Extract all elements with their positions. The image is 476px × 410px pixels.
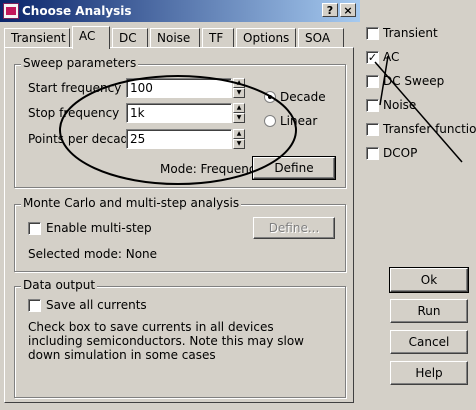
selected-mode-text: Selected mode: None bbox=[28, 247, 158, 261]
help-button[interactable]: Help bbox=[390, 361, 468, 385]
app-icon bbox=[3, 3, 19, 19]
run-button[interactable]: Run bbox=[390, 299, 468, 323]
multi-step-define-button[interactable]: Define... bbox=[253, 217, 335, 239]
dcop-checkbox[interactable] bbox=[366, 147, 379, 160]
dcop-label: DCOP bbox=[383, 146, 418, 160]
points-per-decade-spinner[interactable]: ▲ ▼ bbox=[233, 129, 245, 149]
ac-label: AC bbox=[383, 50, 400, 64]
points-per-decade-input[interactable]: 25 bbox=[126, 129, 232, 149]
data-output-legend: Data output bbox=[21, 278, 98, 292]
sweep-parameters-legend: Sweep parameters bbox=[21, 56, 139, 70]
window-title: Choose Analysis bbox=[22, 4, 132, 18]
transfer-function-checkbox[interactable] bbox=[366, 123, 379, 136]
decade-radio[interactable] bbox=[264, 91, 276, 103]
stop-frequency-input[interactable]: 1k bbox=[126, 103, 232, 123]
dc-sweep-checkbox[interactable] bbox=[366, 75, 379, 88]
tab-strip: Transient AC DC Noise TF Options SOA bbox=[4, 26, 358, 49]
transfer-function-label: Transfer function bbox=[383, 122, 476, 136]
title-bar: Choose Analysis ? × bbox=[0, 0, 360, 22]
tab-dc[interactable]: DC bbox=[112, 28, 148, 47]
noise-checkbox[interactable] bbox=[366, 99, 379, 112]
ac-checkbox[interactable]: ✓ bbox=[366, 51, 379, 64]
start-frequency-input[interactable]: 100 bbox=[126, 78, 232, 98]
decade-label: Decade bbox=[280, 90, 326, 104]
dc-sweep-label: DC Sweep bbox=[383, 74, 445, 88]
points-per-decade-label: Points per decade bbox=[28, 132, 136, 146]
linear-label: Linear bbox=[280, 114, 318, 128]
close-icon[interactable]: × bbox=[340, 3, 356, 17]
tab-noise[interactable]: Noise bbox=[150, 28, 200, 47]
linear-radio[interactable] bbox=[264, 115, 276, 127]
ok-button[interactable]: Ok bbox=[389, 267, 469, 293]
tab-ac[interactable]: AC bbox=[72, 26, 110, 49]
monte-carlo-legend: Monte Carlo and multi-step analysis bbox=[21, 196, 242, 210]
save-all-currents-label: Save all currents bbox=[46, 298, 147, 312]
help-icon[interactable]: ? bbox=[322, 3, 338, 17]
noise-label: Noise bbox=[383, 98, 417, 112]
sweep-define-button[interactable]: Define bbox=[252, 156, 336, 180]
save-all-currents-checkbox[interactable] bbox=[28, 299, 41, 312]
stop-frequency-spinner[interactable]: ▲ ▼ bbox=[233, 103, 245, 123]
enable-multi-step-checkbox[interactable] bbox=[28, 222, 41, 235]
start-frequency-spinner[interactable]: ▲ ▼ bbox=[233, 78, 245, 98]
transient-checkbox[interactable] bbox=[366, 27, 379, 40]
tab-options[interactable]: Options bbox=[236, 28, 296, 47]
start-frequency-label: Start frequency bbox=[28, 81, 122, 95]
cancel-button[interactable]: Cancel bbox=[390, 330, 468, 354]
tab-soa[interactable]: SOA bbox=[298, 28, 344, 47]
tab-transient[interactable]: Transient bbox=[4, 28, 70, 47]
mode-text: Mode: Frequency bbox=[160, 162, 263, 176]
data-output-note: Check box to save currents in all device… bbox=[28, 320, 304, 362]
tab-tf[interactable]: TF bbox=[202, 28, 234, 47]
transient-label: Transient bbox=[383, 26, 438, 40]
enable-multi-step-label: Enable multi-step bbox=[46, 221, 152, 235]
stop-frequency-label: Stop frequency bbox=[28, 106, 120, 120]
